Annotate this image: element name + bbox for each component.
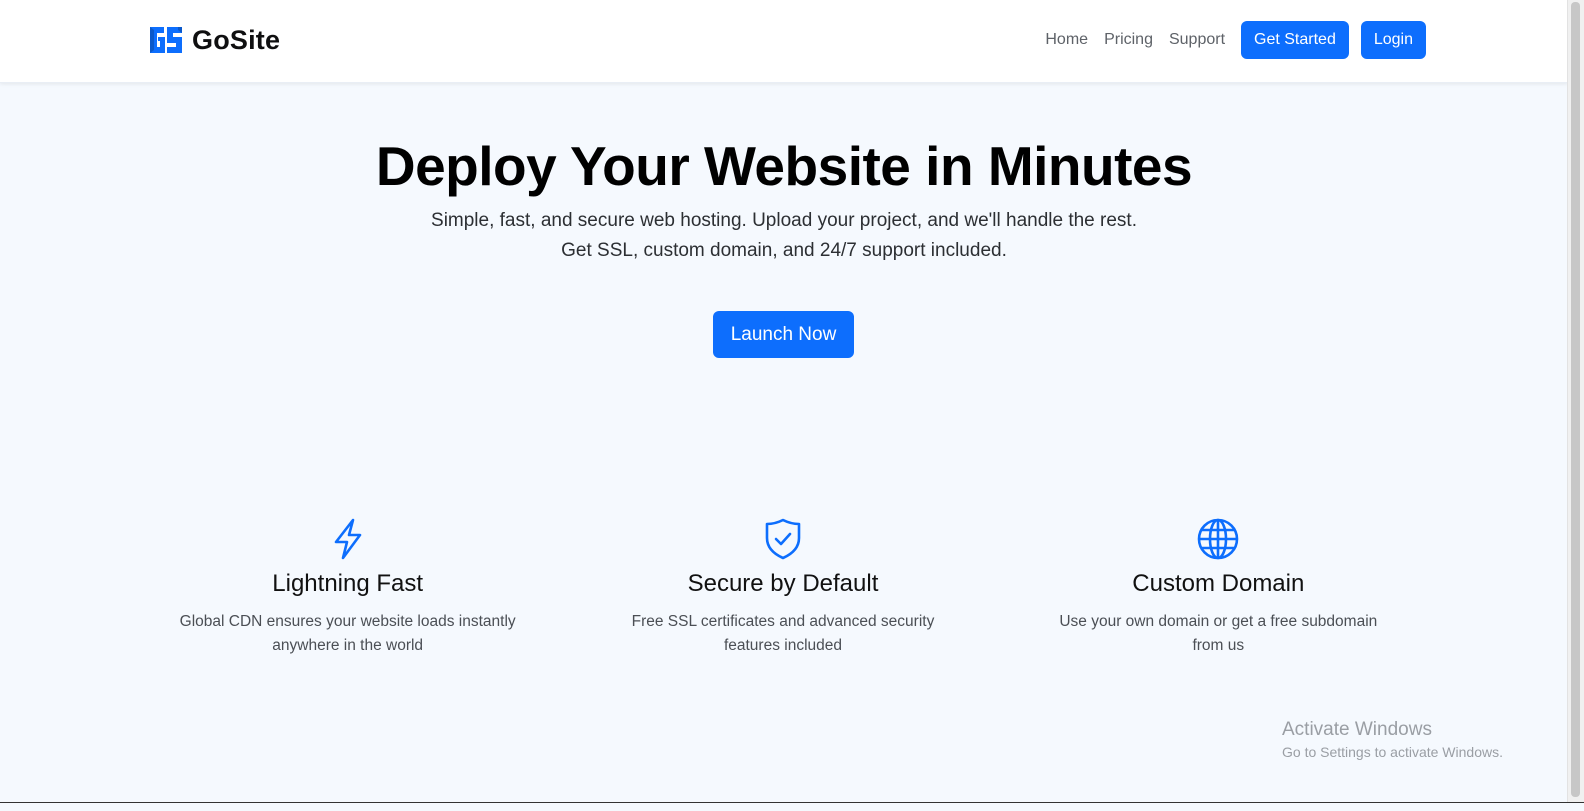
shield-check-icon	[565, 517, 1000, 561]
login-button[interactable]: Login	[1360, 21, 1426, 59]
watermark-subtitle: Go to Settings to activate Windows.	[1282, 744, 1503, 760]
vertical-scrollbar[interactable]	[1567, 0, 1584, 803]
globe-icon	[1001, 517, 1436, 561]
feature-card: Custom Domain Use your own domain or get…	[1001, 517, 1436, 658]
nav-link-support[interactable]: Support	[1161, 21, 1233, 59]
nav-link-home[interactable]: Home	[1037, 21, 1096, 59]
watermark-title: Activate Windows	[1282, 719, 1432, 740]
brand-name: GoSite	[192, 24, 281, 55]
bottom-edge	[0, 802, 1584, 811]
feature-title: Custom Domain	[1132, 570, 1305, 597]
lightning-icon	[130, 517, 565, 561]
feature-description: Free SSL certificates and advanced secur…	[631, 613, 935, 654]
feature-description: Use your own domain or get a free subdom…	[1059, 613, 1378, 654]
nav-links: Home Pricing Support Get Started Login	[1037, 21, 1426, 59]
get-started-button[interactable]: Get Started	[1241, 21, 1349, 59]
feature-title: Lightning Fast	[272, 570, 424, 597]
hero-subtitle-line2: Get SSL, custom domain, and 24/7 support…	[561, 240, 1007, 261]
page: GoSite Home Pricing Support Get Started …	[0, 0, 1584, 811]
hero-subtitle-line1: Simple, fast, and secure web hosting. Up…	[431, 210, 1137, 231]
feature-description: Global CDN ensures your website loads in…	[179, 613, 516, 654]
brand[interactable]: GoSite	[148, 24, 280, 56]
navbar: GoSite Home Pricing Support Get Started …	[0, 0, 1568, 83]
features-section: Lightning Fast Global CDN ensures your w…	[130, 517, 1436, 658]
launch-now-button[interactable]: Launch Now	[713, 311, 854, 358]
hero-title: Deploy Your Website in Minutes	[375, 135, 1193, 197]
feature-card: Secure by Default Free SSL certificates …	[565, 517, 1000, 658]
gs-logo-icon	[150, 27, 182, 53]
scrollbar-thumb[interactable]	[1571, 2, 1580, 797]
feature-title: Secure by Default	[687, 570, 879, 597]
activate-windows-watermark: Activate Windows Go to Settings to activ…	[1282, 718, 1503, 762]
feature-card: Lightning Fast Global CDN ensures your w…	[130, 517, 565, 658]
hero-section: Deploy Your Website in Minutes Simple, f…	[0, 130, 1568, 266]
nav-link-pricing[interactable]: Pricing	[1096, 21, 1161, 59]
